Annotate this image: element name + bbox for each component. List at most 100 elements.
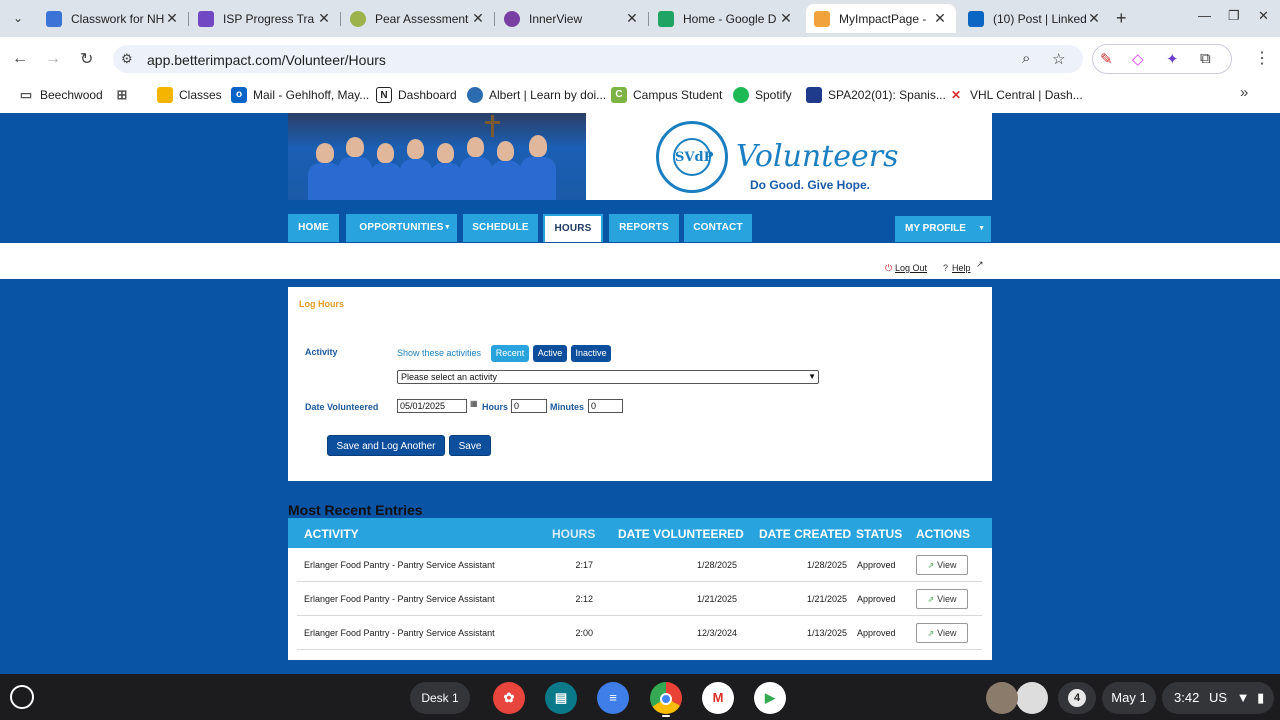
nav-contact[interactable]: CONTACT <box>684 214 752 242</box>
cell-status: Approved <box>857 594 896 604</box>
back-icon[interactable]: ← <box>12 50 28 68</box>
chrome-app-icon[interactable] <box>650 682 682 714</box>
restore-icon[interactable]: ❐ <box>1228 8 1240 24</box>
table-row: Erlanger Food Pantry - Pantry Service As… <box>297 548 982 582</box>
view-entry-button[interactable]: ⇗ View <box>916 589 968 609</box>
forward-icon[interactable]: → <box>45 50 61 68</box>
bookmark-vhl[interactable]: ✕ VHL Central | Dash... <box>948 86 1083 104</box>
nav-hours[interactable]: HOURS <box>543 214 603 242</box>
hours-input[interactable]: 0 <box>511 399 547 413</box>
close-window-icon[interactable]: ✕ <box>1258 8 1269 24</box>
close-tab-icon[interactable]: ✕ <box>624 10 640 27</box>
canvas-app-icon[interactable]: ✿ <box>493 682 525 714</box>
browser-tab[interactable]: (10) Post | Linked ✕ <box>960 4 1110 33</box>
clock-time: 3:42 <box>1174 690 1200 705</box>
logout-icon: ⏻ <box>885 263 893 273</box>
browser-tab[interactable]: Classwork for NH ✕ <box>38 4 188 33</box>
date-volunteered-input[interactable]: 05/01/2025 <box>397 399 467 413</box>
bookmark-apps[interactable]: ⊞ <box>114 86 136 104</box>
extensions-icon[interactable]: ⧉ <box>1200 50 1211 67</box>
filter-inactive-button[interactable]: Inactive <box>571 345 611 362</box>
logo-wordmark: Volunteers <box>736 139 899 174</box>
save-button[interactable]: Save <box>449 435 491 456</box>
column-date-created[interactable]: DATE CREATED <box>759 527 851 541</box>
activity-select[interactable]: Please select an activity ▼ <box>397 370 819 384</box>
utility-bar <box>0 243 1280 279</box>
status-area[interactable]: 3:42 US ▼ ▮ <box>1162 682 1274 714</box>
tray-user-avatar[interactable] <box>986 682 1018 714</box>
close-tab-icon[interactable]: ✕ <box>164 10 180 27</box>
filter-active-button[interactable]: Active <box>533 345 567 362</box>
svdp-seal-icon: SVdP <box>656 121 728 193</box>
bookmark-campus-student[interactable]: C Campus Student <box>611 86 722 104</box>
column-date-volunteered[interactable]: DATE VOLUNTEERED <box>618 527 744 541</box>
logout-link[interactable]: Log Out <box>895 263 927 273</box>
nav-opportunities[interactable]: OPPORTUNITIES ▼ <box>346 214 457 242</box>
help-link[interactable]: Help <box>952 263 971 273</box>
browser-menu-icon[interactable]: ⋮ <box>1254 48 1270 68</box>
spotify-icon <box>733 87 749 103</box>
save-and-log-another-button[interactable]: Save and Log Another <box>327 435 445 456</box>
cell-status: Approved <box>857 628 896 638</box>
bookmark-spa202[interactable]: SPA202(01): Spanis... <box>806 86 946 104</box>
nav-reports[interactable]: REPORTS <box>609 214 679 242</box>
close-tab-icon[interactable]: ✕ <box>1086 10 1102 27</box>
zoom-icon[interactable]: ⌕ <box>1022 50 1030 67</box>
view-entry-button[interactable]: ⇗ View <box>916 623 968 643</box>
puzzle-extension-icon[interactable]: ✦ <box>1166 50 1179 68</box>
pen-extension-icon[interactable]: ✎ <box>1100 50 1113 68</box>
column-activity[interactable]: ACTIVITY <box>304 527 359 541</box>
calendar-icon[interactable]: ▦ <box>470 399 478 408</box>
outlook-icon: o <box>231 87 247 103</box>
new-tab-icon[interactable]: + <box>1116 8 1127 29</box>
bookmark-albert[interactable]: Albert | Learn by doi... <box>467 86 606 104</box>
cell-hours: 2:00 <box>575 628 593 638</box>
gmail-app-icon[interactable]: M <box>702 682 734 714</box>
bookmark-classes[interactable]: Classes <box>157 86 222 104</box>
desk-switcher[interactable]: Desk 1 <box>410 682 470 714</box>
classroom-app-icon[interactable]: ▤ <box>545 682 577 714</box>
bookmark-star-icon[interactable]: ☆ <box>1052 50 1065 68</box>
minutes-input[interactable]: 0 <box>588 399 623 413</box>
filter-recent-button[interactable]: Recent <box>491 345 529 362</box>
close-tab-icon[interactable]: ✕ <box>316 10 332 27</box>
tab-separator <box>494 12 495 26</box>
browser-tab-active[interactable]: MyImpactPage - ✕ <box>806 4 956 33</box>
tab-search-icon[interactable]: ⌄ <box>8 8 28 28</box>
close-tab-icon[interactable]: ✕ <box>932 10 948 27</box>
recent-entries-table: ACTIVITY HOURS DATE VOLUNTEERED DATE CRE… <box>288 518 992 660</box>
url-text[interactable]: app.betterimpact.com/Volunteer/Hours <box>147 52 386 68</box>
docs-app-icon[interactable]: ≡ <box>597 682 629 714</box>
my-profile-menu[interactable]: MY PROFILE ▼ <box>895 216 991 242</box>
browser-tab[interactable]: Pear Assessment ✕ <box>342 4 494 33</box>
linkedin-favicon-icon <box>968 10 984 27</box>
site-info-icon[interactable]: ⚙ <box>121 51 133 67</box>
myimpact-favicon-icon <box>814 10 830 27</box>
close-tab-icon[interactable]: ✕ <box>470 10 486 27</box>
bookmark-mail[interactable]: o Mail - Gehlhoff, May... <box>231 86 369 104</box>
bookmarks-overflow-icon[interactable]: » <box>1240 84 1248 101</box>
bookmark-spotify[interactable]: Spotify <box>733 86 792 104</box>
column-hours[interactable]: HOURS <box>552 527 595 541</box>
browser-tab[interactable]: Home - Google D ✕ <box>650 4 802 33</box>
column-status[interactable]: STATUS <box>856 527 902 541</box>
browser-tab[interactable]: InnerView ✕ <box>496 4 648 33</box>
play-store-app-icon[interactable]: ▶ <box>754 682 786 714</box>
view-entry-button[interactable]: ⇗ View <box>916 555 968 575</box>
bookmark-dashboard[interactable]: N Dashboard <box>376 86 457 104</box>
cell-date-created: 1/13/2025 <box>806 628 847 638</box>
nav-schedule[interactable]: SCHEDULE <box>463 214 538 242</box>
close-tab-icon[interactable]: ✕ <box>778 10 794 27</box>
launcher-icon[interactable] <box>10 685 34 709</box>
tray-media-icon[interactable] <box>1016 682 1048 714</box>
minimize-icon[interactable]: — <box>1198 8 1211 23</box>
browser-tab[interactable]: ISP Progress Tra ✕ <box>190 4 340 33</box>
bookmark-beechwood[interactable]: ▭ Beechwood <box>18 86 103 104</box>
screencast-extension-icon[interactable]: ◇ <box>1132 50 1144 68</box>
reload-icon[interactable]: ↻ <box>80 49 93 69</box>
cell-activity: Erlanger Food Pantry - Pantry Service As… <box>304 594 495 604</box>
calendar-date[interactable]: May 1 <box>1102 682 1156 714</box>
page-content: SVdP Volunteers Do Good. Give Hope. HOME… <box>0 113 1280 674</box>
nav-home[interactable]: HOME <box>288 214 339 242</box>
school-crest-icon <box>806 87 822 103</box>
